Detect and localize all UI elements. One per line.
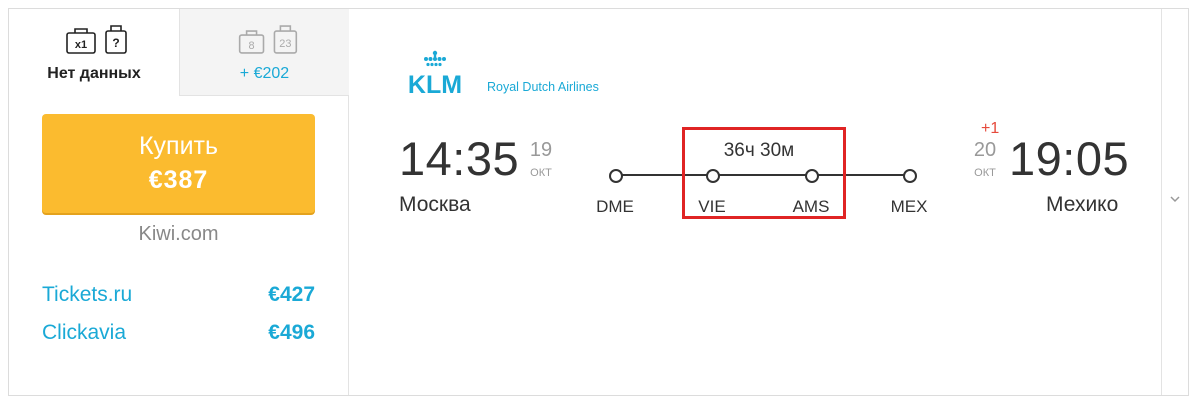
- seller-name: Kiwi.com: [138, 223, 219, 245]
- purchase-panel: x1 ? Нет данных 8 23 + €202 Купить €387 …: [9, 9, 349, 395]
- buy-button[interactable]: Купить €387: [42, 114, 315, 213]
- departure-day: 19: [529, 139, 553, 161]
- airline-name: Royal Dutch Airlines: [487, 80, 599, 94]
- expand-details-toggle[interactable]: [1161, 9, 1188, 395]
- duration-highlight-box: [682, 127, 846, 219]
- arrival-day-offset: +1: [981, 120, 1000, 137]
- airport-code: DME: [596, 197, 634, 216]
- luggage-unknown-icon: ?: [105, 25, 127, 54]
- agency-offer[interactable]: Clickavia €496: [42, 321, 315, 349]
- svg-text:?: ?: [112, 36, 119, 50]
- departure-month: ОКТ: [530, 167, 552, 179]
- agency-price[interactable]: €496: [268, 321, 315, 345]
- svg-text:x1: x1: [75, 39, 87, 51]
- route-stop-dot: [903, 169, 917, 183]
- baggage-tab-option[interactable]: 8 23 + €202: [179, 9, 349, 96]
- suitcase-x1-icon: x1: [66, 28, 96, 54]
- arrival-day: 20: [973, 139, 997, 161]
- arrival-city: Мехико: [1046, 193, 1119, 216]
- buy-button-price: €387: [148, 166, 209, 194]
- agency-name-link[interactable]: Tickets.ru: [42, 283, 132, 307]
- departure-city: Москва: [399, 193, 471, 216]
- logo-text: KLM: [408, 71, 462, 97]
- baggage-option-price: + €202: [239, 65, 290, 82]
- svg-text:8: 8: [249, 40, 255, 52]
- svg-text:23: 23: [279, 38, 291, 50]
- baggage-tab-label: Нет данных: [47, 65, 141, 82]
- suitcase-8kg-icon: 8: [238, 30, 265, 54]
- buy-button-label: Купить: [138, 132, 219, 160]
- departure-time: 14:35: [399, 132, 520, 185]
- baggage-tabs: x1 ? Нет данных 8 23 + €202: [9, 9, 349, 96]
- airport-code: MEX: [890, 197, 928, 216]
- crown-icon: [424, 50, 446, 67]
- agency-offer[interactable]: Tickets.ru €427: [42, 283, 315, 311]
- baggage-tab-no-data[interactable]: x1 ? Нет данных: [9, 9, 179, 96]
- arrival-month: ОКТ: [974, 167, 996, 179]
- chevron-down-icon: [1170, 196, 1180, 203]
- agency-name-link[interactable]: Clickavia: [42, 321, 126, 345]
- route-stop-dot: [609, 169, 623, 183]
- baggage-option-icons: 8 23: [238, 25, 298, 54]
- klm-logo: KLM: [408, 50, 462, 97]
- agency-price[interactable]: €427: [268, 283, 315, 307]
- flight-details: KLM Royal Dutch Airlines 14:35 19 ОКТ Мо…: [349, 9, 1161, 395]
- luggage-23kg-icon: 23: [273, 25, 298, 54]
- flight-result-card: x1 ? Нет данных 8 23 + €202 Купить €387 …: [8, 8, 1189, 396]
- arrival-time: 19:05: [1009, 132, 1130, 185]
- baggage-icons: x1 ?: [66, 25, 127, 54]
